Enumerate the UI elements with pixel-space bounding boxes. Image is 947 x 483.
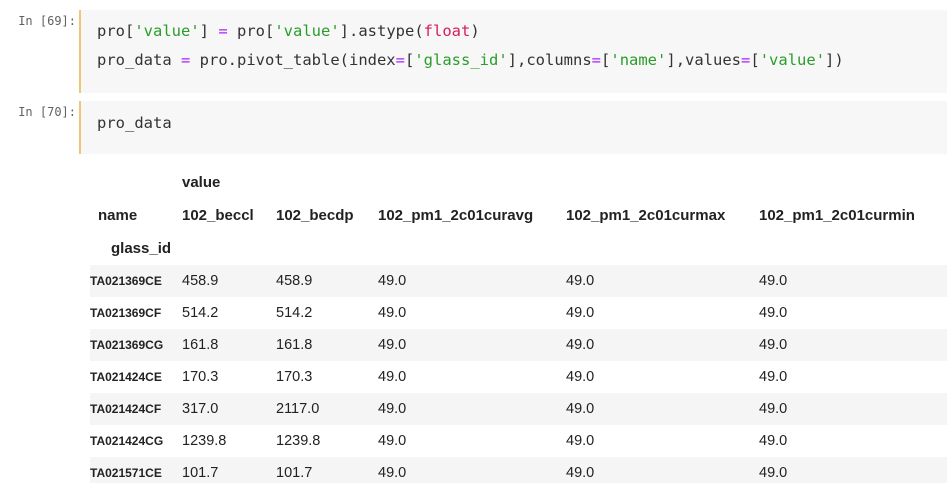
code-cell-70[interactable]: In [70]: pro_data	[0, 101, 947, 154]
table-cell: 49.0	[378, 401, 407, 417]
table-cell: 49.0	[566, 465, 595, 481]
row-index: TA021424CE	[90, 370, 162, 384]
header-row-index: glass_id	[90, 232, 947, 265]
row-index: TA021424CF	[90, 402, 162, 416]
table-cell: 49.0	[566, 433, 595, 449]
table-cell: 49.0	[378, 465, 407, 481]
code-token: pro[	[227, 22, 275, 40]
row-index: TA021369CG	[90, 338, 164, 352]
table-cell: 101.7	[276, 465, 313, 481]
table-row: TA021424CG 1239.8 1239.8 49.0 49.0 49.0	[90, 425, 947, 457]
table-row: TA021424CE 170.3 170.3 49.0 49.0 49.0	[90, 361, 947, 393]
row-index: TA021424CG	[90, 434, 164, 448]
code-input[interactable]: pro['value'] = pro['value'].astype(float…	[79, 10, 947, 93]
table-row: TA021369CG 161.8 161.8 49.0 49.0 49.0	[90, 329, 947, 361]
output-area: value name 102_beccl 102_becdp 102_pm1_2…	[90, 166, 947, 483]
table-row: TA021571CE 101.7 101.7 49.0 49.0 49.0	[90, 457, 947, 483]
table-cell: 1239.8	[182, 433, 227, 449]
table-cell: 170.3	[182, 369, 219, 385]
code-token: [	[601, 51, 611, 69]
code-token: pro[	[97, 22, 135, 40]
table-cell: 49.0	[566, 401, 595, 417]
table-cell: 49.0	[378, 273, 407, 289]
cell-prompt: In [70]:	[18, 105, 76, 119]
code-token: 'value'	[274, 22, 340, 40]
header-row-top: value	[90, 166, 947, 199]
code-token: pro.pivot_table(index	[190, 51, 396, 69]
header-row-columns: name 102_beccl 102_becdp 102_pm1_2c01cur…	[90, 199, 947, 232]
code-token: float	[423, 22, 471, 40]
header-top-level: value	[182, 166, 947, 199]
column-header: 102_pm1_2c01curmin	[759, 199, 947, 232]
code-token: 'value'	[134, 22, 200, 40]
table-cell: 101.7	[182, 465, 219, 481]
header-blank	[90, 166, 182, 199]
table-cell: 49.0	[566, 305, 595, 321]
code-token: ])	[825, 51, 844, 69]
code-token: [	[750, 51, 760, 69]
code-token: =	[181, 51, 191, 69]
cell-prompt: In [69]:	[18, 14, 76, 28]
table-cell: 49.0	[566, 337, 595, 353]
code-token: [	[405, 51, 415, 69]
table-cell: 49.0	[378, 337, 407, 353]
table-cell: 458.9	[276, 273, 313, 289]
table-cell: 49.0	[759, 305, 788, 321]
table-cell: 2117.0	[276, 401, 320, 417]
table-row: TA021424CF 317.0 2117.0 49.0 49.0 49.0	[90, 393, 947, 425]
column-header: 102_pm1_2c01curavg	[378, 199, 566, 232]
code-token: =	[591, 51, 602, 69]
dataframe-table: value name 102_beccl 102_becdp 102_pm1_2…	[90, 166, 947, 483]
code-token: 'glass_id'	[414, 51, 508, 69]
column-header: 102_becdp	[276, 199, 378, 232]
code-line: pro_data = pro.pivot_table(index=['glass…	[97, 51, 844, 69]
column-header: 102_beccl	[182, 199, 276, 232]
table-cell: 514.2	[276, 305, 313, 321]
table-cell: 49.0	[566, 369, 595, 385]
code-cell-69[interactable]: In [69]: pro['value'] = pro['value'].ast…	[0, 10, 947, 93]
code-token: ],values	[666, 51, 742, 69]
code-token: ],columns	[507, 51, 592, 69]
code-token: =	[218, 22, 228, 40]
code-token: )	[470, 22, 480, 40]
code-token: pro_data	[97, 51, 181, 69]
code-token: 'name'	[610, 51, 667, 69]
row-index: TA021571CE	[90, 466, 162, 480]
row-index: TA021369CE	[90, 274, 162, 288]
table-body: TA021369CE 458.9 458.9 49.0 49.0 49.0 TA021369…	[90, 265, 947, 483]
table-cell: 49.0	[759, 369, 788, 385]
code-line: pro['value'] = pro['value'].astype(float…	[97, 22, 480, 40]
table-row: TA021369CF 514.2 514.2 49.0 49.0 49.0	[90, 297, 947, 329]
table-cell: 49.0	[759, 337, 788, 353]
table-cell: 170.3	[276, 369, 313, 385]
code-token: ].astype(	[339, 22, 424, 40]
table-cell: 1239.8	[276, 433, 321, 449]
table-cell: 49.0	[759, 465, 788, 481]
table-cell: 161.8	[182, 337, 219, 353]
code-token: ]	[199, 22, 219, 40]
table-cell: 317.0	[182, 401, 219, 417]
table-cell: 49.0	[378, 305, 407, 321]
code-line: pro_data	[97, 114, 172, 132]
code-token: 'value'	[759, 51, 826, 69]
table-cell: 49.0	[566, 273, 595, 289]
table-cell: 49.0	[378, 369, 407, 385]
code-token: =	[741, 51, 751, 69]
table-row: TA021369CE 458.9 458.9 49.0 49.0 49.0	[90, 265, 947, 297]
code-input[interactable]: pro_data	[79, 101, 947, 154]
code-token: =	[395, 51, 405, 69]
table-cell: 161.8	[276, 337, 313, 353]
row-index: TA021369CF	[90, 306, 162, 320]
table-cell: 49.0	[759, 401, 788, 417]
index-name-label: glass_id	[90, 232, 182, 265]
table-cell: 49.0	[759, 273, 788, 289]
column-header: 102_pm1_2c01curmax	[566, 199, 759, 232]
table-cell: 49.0	[378, 433, 407, 449]
table-cell: 49.0	[759, 433, 788, 449]
table-cell: 514.2	[182, 305, 219, 321]
columns-name-label: name	[90, 199, 182, 232]
table-cell: 458.9	[182, 273, 219, 289]
code-token: pro_data	[97, 114, 172, 132]
